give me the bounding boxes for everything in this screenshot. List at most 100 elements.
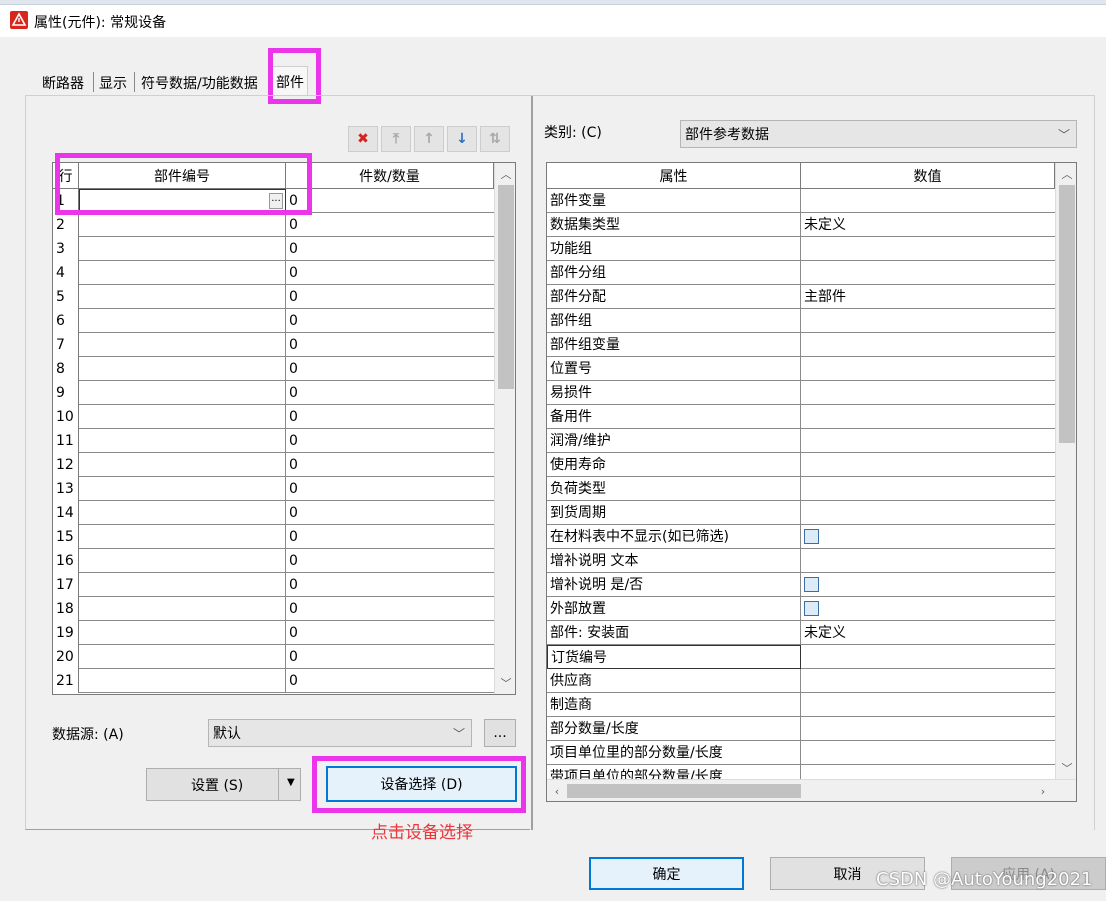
quantity-cell[interactable]: 0 [286,669,494,693]
table-row[interactable]: 60 [53,309,494,333]
table-row[interactable]: 13 0 [53,477,494,501]
grid-header-quantity[interactable]: 件数/数量 [286,163,494,189]
property-value-cell[interactable] [801,525,1055,549]
move-top-button[interactable]: ⤒ [381,126,411,152]
property-value-cell[interactable] [801,189,1055,213]
property-value-cell[interactable]: 未定义 [801,213,1055,237]
quantity-cell[interactable]: 0 [286,453,494,477]
hscroll-thumb[interactable] [567,784,801,798]
property-row[interactable]: 订货编号 [547,645,1055,669]
grid-header-property[interactable]: 属性 [547,163,801,189]
property-value-cell[interactable] [801,405,1055,429]
part-number-cell[interactable] [79,213,286,237]
scroll-thumb[interactable] [498,185,514,389]
table-row[interactable]: 16 0 [53,549,494,573]
part-number-cell[interactable] [79,501,286,525]
right-grid-hscrollbar[interactable]: ‹ › [547,779,1076,801]
category-dropdown[interactable]: 部件参考数据 ﹀ [680,120,1077,148]
property-row[interactable]: 在材料表中不显示(如已筛选) [547,525,1055,549]
property-value-cell[interactable] [801,237,1055,261]
move-up-button[interactable]: ↑ [414,126,444,152]
property-row[interactable]: 带项目单位的部分数量/长度 [547,765,1055,779]
quantity-cell[interactable]: 0 [286,237,494,261]
scroll-up-icon[interactable]: ︿ [1056,163,1076,185]
property-value-cell[interactable] [801,741,1055,765]
table-row[interactable]: 70 [53,333,494,357]
table-row[interactable]: 40 [53,261,494,285]
right-grid-scrollbar[interactable]: ︿ ﹀ [1055,163,1076,779]
table-row[interactable]: 14 0 [53,501,494,525]
property-row[interactable]: 功能组 [547,237,1055,261]
scroll-thumb[interactable] [1059,185,1075,443]
table-row[interactable]: 50 [53,285,494,309]
table-row[interactable]: 10 0 [53,405,494,429]
part-number-cell[interactable] [79,333,286,357]
part-number-cell[interactable] [79,381,286,405]
grid-header-value[interactable]: 数值 [801,163,1055,189]
quantity-cell[interactable]: 0 [286,621,494,645]
quantity-cell[interactable]: 0 [286,189,494,213]
property-row[interactable]: 供应商 [547,669,1055,693]
property-value-cell[interactable] [801,573,1055,597]
property-row[interactable]: 备用件 [547,405,1055,429]
quantity-cell[interactable]: 0 [286,381,494,405]
quantity-cell[interactable]: 0 [286,501,494,525]
part-number-cell[interactable] [79,645,286,669]
tab-breaker[interactable]: 断路器 [42,70,84,94]
property-row[interactable]: 项目单位里的部分数量/长度 [547,741,1055,765]
property-row[interactable]: 数据集类型 未定义 [547,213,1055,237]
scroll-down-icon[interactable]: ﹀ [1056,757,1076,779]
part-number-cell[interactable] [79,357,286,381]
left-grid-scrollbar[interactable]: ︿ ﹀ [494,163,515,694]
property-row[interactable]: 位置号 [547,357,1055,381]
property-row[interactable]: 部件组 [547,309,1055,333]
part-number-cell[interactable] [79,453,286,477]
property-row[interactable]: 制造商 [547,693,1055,717]
property-value-cell[interactable] [801,429,1055,453]
quantity-cell[interactable]: 0 [286,261,494,285]
property-row[interactable]: 外部放置 [547,597,1055,621]
property-value-cell[interactable] [801,765,1055,779]
table-row[interactable]: 11 0 [53,429,494,453]
part-number-cell[interactable] [79,573,286,597]
property-value-cell[interactable] [801,693,1055,717]
tab-display[interactable]: 显示 [99,70,127,94]
property-row[interactable]: 部件分组 [547,261,1055,285]
table-row[interactable]: 15 0 [53,525,494,549]
table-row[interactable]: 90 [53,381,494,405]
property-value-cell[interactable] [801,549,1055,573]
tab-symbol-function-data[interactable]: 符号数据/功能数据 [141,70,258,94]
move-down-button[interactable]: ↓ [447,126,477,152]
quantity-cell[interactable]: 0 [286,429,494,453]
property-row[interactable]: 易损件 [547,381,1055,405]
scroll-left-icon[interactable]: ‹ [547,780,567,801]
checkbox[interactable] [804,577,819,592]
property-row[interactable]: 到货周期 [547,501,1055,525]
part-number-cell[interactable] [79,549,286,573]
checkbox[interactable] [804,529,819,544]
property-value-cell[interactable] [801,333,1055,357]
property-value-cell[interactable] [801,309,1055,333]
part-number-cell[interactable] [79,261,286,285]
datasource-dropdown[interactable]: 默认 ﹀ [208,719,472,747]
table-row[interactable]: 30 [53,237,494,261]
part-number-cell[interactable] [79,429,286,453]
table-row[interactable]: 12 0 [53,453,494,477]
datasource-browse-button[interactable]: ... [484,719,516,747]
sort-button[interactable]: ⇅ [480,126,510,152]
part-number-cell[interactable] [79,621,286,645]
part-number-cell[interactable] [79,525,286,549]
quantity-cell[interactable]: 0 [286,477,494,501]
table-row[interactable]: 18 0 [53,597,494,621]
quantity-cell[interactable]: 0 [286,285,494,309]
property-value-cell[interactable] [801,357,1055,381]
property-value-cell[interactable] [801,453,1055,477]
property-value-cell[interactable] [801,717,1055,741]
quantity-cell[interactable]: 0 [286,597,494,621]
part-number-cell[interactable] [79,237,286,261]
property-value-cell[interactable] [801,669,1055,693]
scroll-down-icon[interactable]: ﹀ [495,672,515,694]
quantity-cell[interactable]: 0 [286,549,494,573]
property-value-cell[interactable] [801,477,1055,501]
property-value-cell[interactable]: 未定义 [801,621,1055,645]
